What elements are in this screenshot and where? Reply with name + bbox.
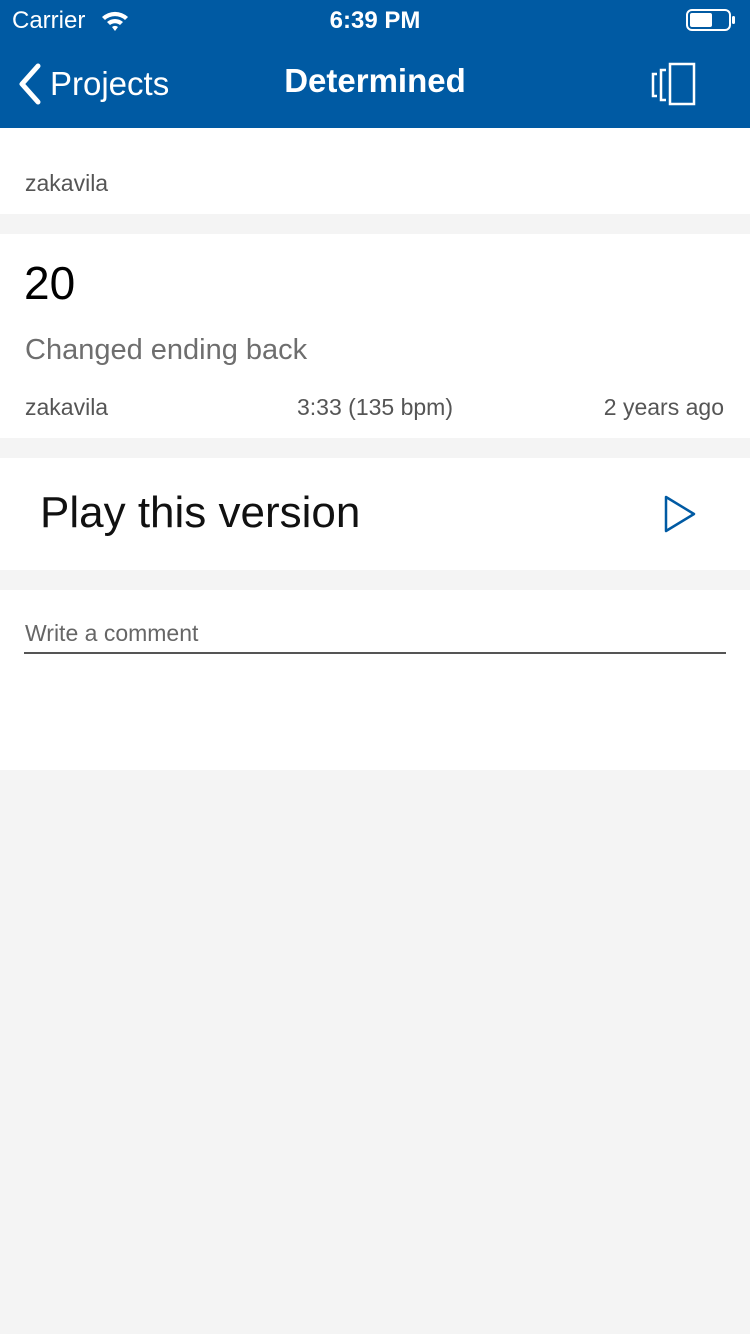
versions-icon[interactable] (648, 62, 698, 108)
version-card: 20 Changed ending back zakavila 3:33 (13… (0, 234, 750, 438)
page-title: Determined (284, 62, 466, 99)
play-icon[interactable] (662, 494, 698, 534)
comment-input[interactable] (24, 614, 726, 654)
comment-card (0, 590, 750, 770)
status-time: 6:39 PM (329, 7, 421, 34)
version-number: 20 (24, 257, 76, 309)
play-version-label: Play this version (40, 488, 361, 537)
battery-icon (686, 9, 735, 31)
play-version-button[interactable]: Play this version (0, 458, 750, 570)
version-message: Changed ending back (25, 334, 308, 366)
owner-username: zakavila (25, 170, 109, 196)
status-bar: Carrier 6:39 PM (0, 0, 750, 40)
owner-card: zakavila (0, 128, 750, 214)
app-header: Carrier 6:39 PM Projects Determined (0, 0, 750, 128)
version-age: 2 years ago (603, 394, 724, 420)
